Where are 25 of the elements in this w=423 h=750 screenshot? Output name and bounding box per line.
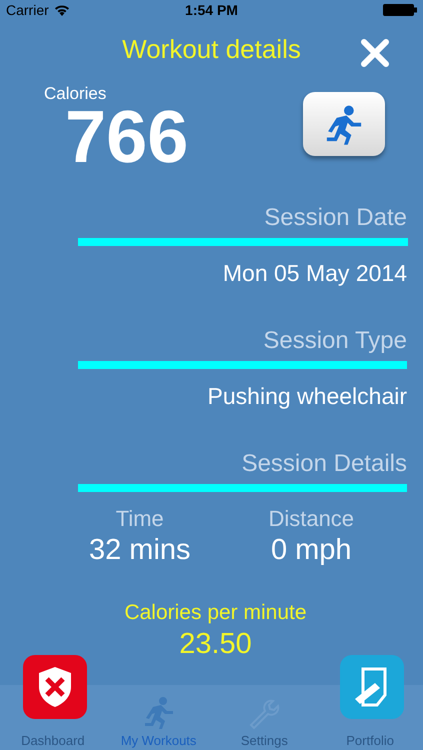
wifi-icon [54,4,70,16]
stat-value: 32 mins [88,534,191,567]
calories-label: Calories [44,84,108,104]
workout-type-button[interactable] [303,92,385,156]
tab[interactable]: Portfolio [346,733,394,748]
screen-title: Workout details [122,34,301,64]
edit-button[interactable] [340,655,404,719]
tab[interactable]: Settings [240,733,288,748]
battery-icon [383,4,418,16]
calories-value: 766 [65,104,188,170]
rate-value: 23.50 [179,628,252,661]
stat-label: Distance [268,506,354,532]
stat-value: 0 mph [270,534,352,567]
tab[interactable]: My Workouts [120,733,196,748]
section-label: Session Type [263,327,407,355]
carrier-label: Carrier [6,2,49,18]
section-label: Session Date [264,204,407,232]
delete-button[interactable] [23,655,87,719]
section-value: Mon 05 May 2014 [222,260,407,287]
section-label: Session Details [242,450,407,478]
stat-label: Time [116,506,164,532]
section-value: Pushing wheelchair [208,383,407,410]
rate-label: Calories per minute [124,601,307,625]
tab[interactable]: Dashboard [21,733,85,748]
status-time: 1:54 PM [185,2,238,18]
